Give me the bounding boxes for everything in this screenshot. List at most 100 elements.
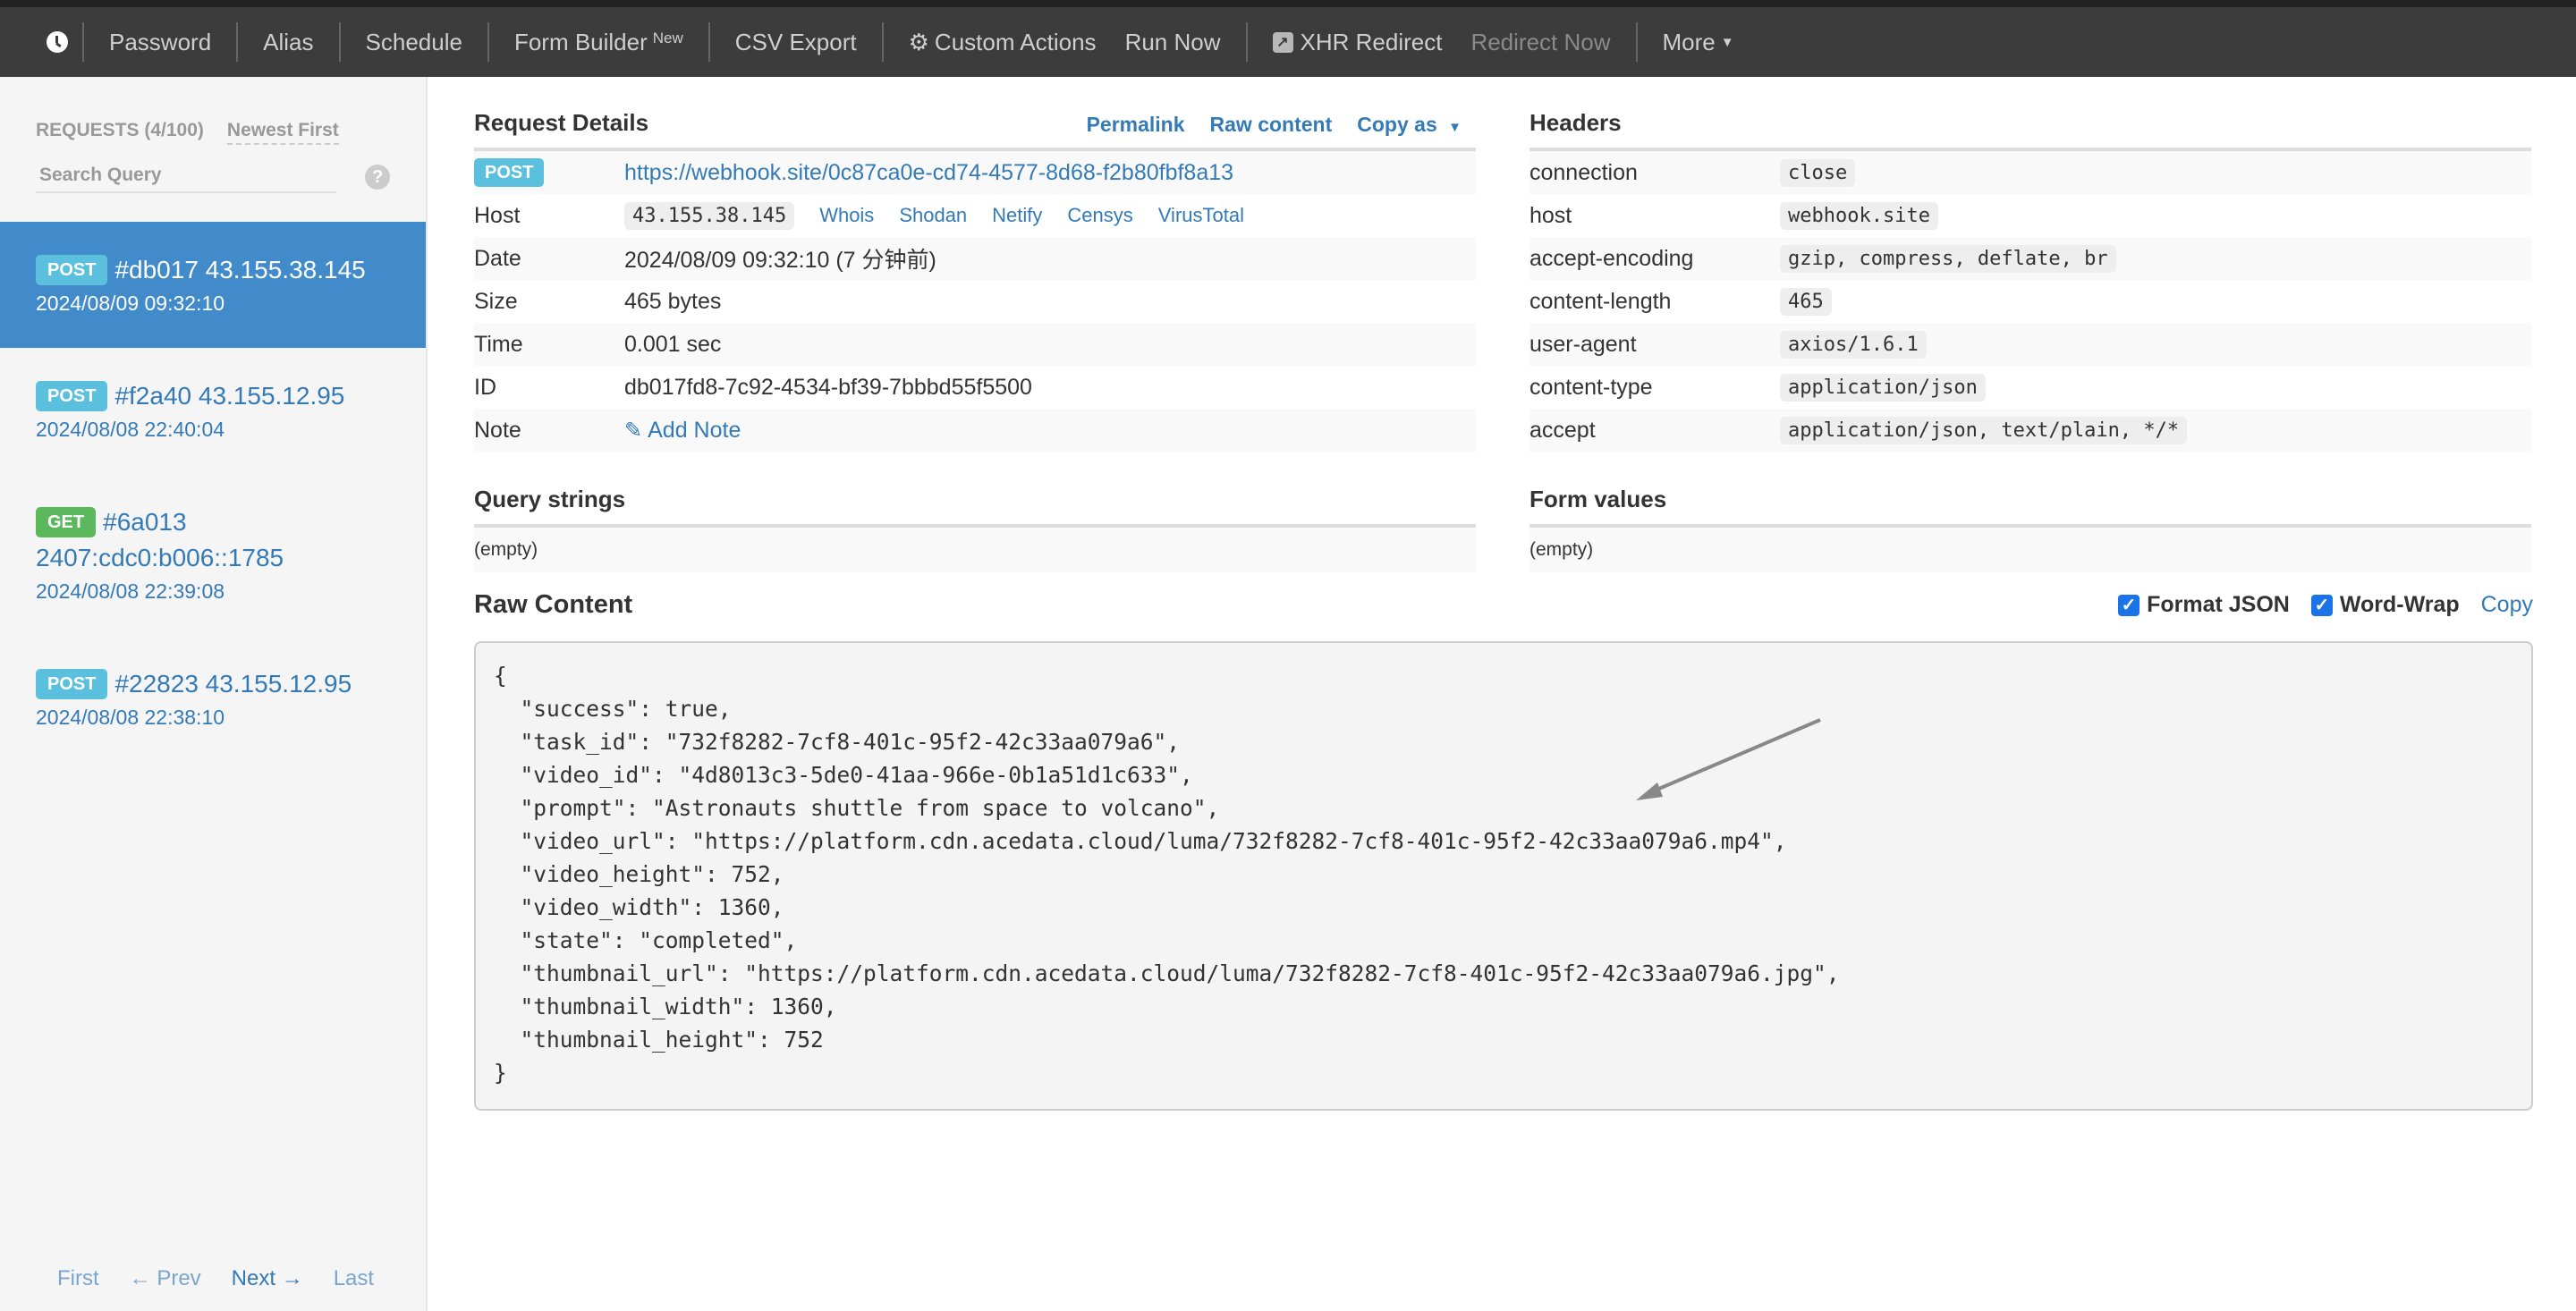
nav-alias-label: Alias xyxy=(263,28,314,55)
header-key: host xyxy=(1530,202,1572,228)
search-query-input[interactable] xyxy=(36,161,337,193)
form-values-empty: (empty) xyxy=(1530,528,2531,572)
gear-icon: ⚙ xyxy=(908,28,929,55)
date-value: 2024/08/09 09:32:10 (7 分钟前) xyxy=(624,248,936,273)
method-badge: GET xyxy=(36,507,97,537)
clock-icon[interactable] xyxy=(47,31,68,53)
query-strings-empty: (empty) xyxy=(474,528,1476,572)
nav-more-label: More xyxy=(1662,28,1716,55)
header-value: axios/1.6.1 xyxy=(1780,330,1927,359)
nav-xhr-redirect[interactable]: ↗ XHR Redirect xyxy=(1248,7,1468,77)
headers-table: connection close host webhook.site accept-… xyxy=(1530,151,2531,452)
nav-xhr-redirect-label: XHR Redirect xyxy=(1300,28,1443,55)
date-label: Date xyxy=(474,245,521,271)
details-table: POST https://webhook.site/0c87ca0e-cd74-4… xyxy=(474,151,1476,452)
whois-link[interactable]: Whois xyxy=(819,204,874,227)
request-item-db017[interactable]: POST #db017 43.155.38.145 2024/08/09 09:3… xyxy=(0,222,426,348)
nav-more-dropdown[interactable]: More ▼ xyxy=(1638,7,1759,77)
pager-first[interactable]: First xyxy=(57,1266,99,1291)
header-key: accept xyxy=(1530,417,1596,443)
copy-raw-button[interactable]: Copy xyxy=(2481,592,2533,618)
header-key: content-length xyxy=(1530,288,1672,314)
nav-csv-export[interactable]: CSV Export xyxy=(710,7,882,77)
pencil-icon: ✎ xyxy=(624,418,643,443)
copy-as-label: Copy as xyxy=(1357,113,1437,136)
query-strings-title: Query strings xyxy=(474,486,626,512)
header-key: accept-encoding xyxy=(1530,245,1694,271)
pager-next[interactable]: Next → xyxy=(232,1266,303,1291)
header-value: close xyxy=(1780,158,1856,187)
method-badge: POST xyxy=(36,381,108,411)
raw-content-link[interactable]: Raw content xyxy=(1210,113,1333,137)
request-item-f2a40[interactable]: POST #f2a40 43.155.12.95 2024/08/08 22:40… xyxy=(0,348,426,474)
method-badge: POST xyxy=(36,669,108,699)
request-title: #db017 43.155.38.145 xyxy=(114,256,366,283)
virustotal-link[interactable]: VirusTotal xyxy=(1158,204,1244,227)
size-value: 465 bytes xyxy=(624,288,722,314)
censys-link[interactable]: Censys xyxy=(1067,204,1132,227)
request-time: 2024/08/09 09:32:10 xyxy=(36,292,225,315)
header-value: application/json xyxy=(1780,373,1986,402)
header-key: user-agent xyxy=(1530,331,1637,357)
format-json-label: Format JSON xyxy=(2147,592,2290,617)
nav-form-builder[interactable]: Form Builder New xyxy=(489,7,708,77)
request-item-22823[interactable]: POST #22823 43.155.12.95 2024/08/08 22:38… xyxy=(0,636,426,762)
top-navbar: Password Alias Schedule Form Builder New … xyxy=(0,7,2576,77)
pager-prev[interactable]: ← Prev xyxy=(130,1266,201,1291)
headers-section: Headers connection close host webhook.site… xyxy=(1530,77,2531,572)
pagination: First ← Prev Next → Last xyxy=(57,1266,374,1291)
method-badge: POST xyxy=(474,158,545,187)
nav-custom-actions[interactable]: ⚙ Custom Actions xyxy=(884,7,1122,77)
request-time: 2024/08/08 22:39:08 xyxy=(36,579,225,603)
headers-title: Headers xyxy=(1530,109,1622,136)
method-badge: POST xyxy=(36,255,108,285)
request-item-6a013[interactable]: GET #6a013 2407:cdc0:b006::1785 2024/08/0… xyxy=(0,474,426,636)
time-label: Time xyxy=(474,331,523,357)
header-value: webhook.site xyxy=(1780,201,1938,230)
format-json-checkbox[interactable]: ✓ Format JSON xyxy=(2118,592,2290,618)
pager-last[interactable]: Last xyxy=(334,1266,374,1291)
nav-schedule[interactable]: Schedule xyxy=(341,7,487,77)
window-top-strip xyxy=(0,0,2576,7)
sort-order-toggle[interactable]: Newest First xyxy=(226,120,339,145)
copy-as-dropdown[interactable]: Copy as ▼ xyxy=(1357,113,1462,137)
request-details-title: Request Details xyxy=(474,109,649,136)
netify-link[interactable]: Netify xyxy=(992,204,1042,227)
nav-password[interactable]: Password xyxy=(84,7,236,77)
new-badge: New xyxy=(652,30,683,47)
request-title: #22823 43.155.12.95 xyxy=(114,670,352,698)
request-url-link[interactable]: https://webhook.site/0c87ca0e-cd74-4577-… xyxy=(624,160,1233,186)
nav-run-now[interactable]: Run Now xyxy=(1122,7,1246,77)
id-value: db017fd8-7c92-4534-bf39-7bbbd55f5500 xyxy=(624,374,1032,400)
request-details-section: Request Details Permalink Raw content Co… xyxy=(474,77,1476,572)
raw-content-header: Raw Content ✓ Format JSON ✓ Word-Wrap Copy xyxy=(474,590,2533,620)
host-value: 43.155.38.145 xyxy=(624,201,795,230)
shodan-link[interactable]: Shodan xyxy=(899,204,967,227)
external-link-icon: ↗ xyxy=(1272,31,1293,53)
requests-sidebar: REQUESTS (4/100) Newest First ? POST#db0… xyxy=(0,77,428,1311)
nav-alias[interactable]: Alias xyxy=(238,7,338,77)
help-icon[interactable]: ? xyxy=(365,165,390,190)
nav-csv-export-label: CSV Export xyxy=(734,28,857,55)
nav-custom-actions-label: Custom Actions xyxy=(934,28,1097,55)
nav-redirect-now[interactable]: Redirect Now xyxy=(1467,7,1635,77)
time-value: 0.001 sec xyxy=(624,331,722,357)
nav-schedule-label: Schedule xyxy=(365,28,462,55)
size-label: Size xyxy=(474,288,518,314)
requests-count: REQUESTS (4/100) xyxy=(36,120,204,140)
add-note-label: Add Note xyxy=(648,417,741,443)
add-note-button[interactable]: ✎ Add Note xyxy=(624,418,741,444)
form-values-title: Form values xyxy=(1530,486,1667,512)
request-title: #f2a40 43.155.12.95 xyxy=(114,382,345,410)
nav-redirect-now-label: Redirect Now xyxy=(1470,28,1611,55)
header-key: content-type xyxy=(1530,374,1653,400)
checkmark-icon: ✓ xyxy=(2310,594,2333,616)
checkmark-icon: ✓ xyxy=(2118,594,2140,616)
word-wrap-checkbox[interactable]: ✓ Word-Wrap xyxy=(2310,592,2460,618)
permalink-link[interactable]: Permalink xyxy=(1087,113,1185,137)
note-label: Note xyxy=(474,417,521,443)
id-label: ID xyxy=(474,374,496,400)
header-key: connection xyxy=(1530,159,1638,185)
host-label: Host xyxy=(474,202,521,228)
caret-down-icon: ▼ xyxy=(1448,120,1462,135)
